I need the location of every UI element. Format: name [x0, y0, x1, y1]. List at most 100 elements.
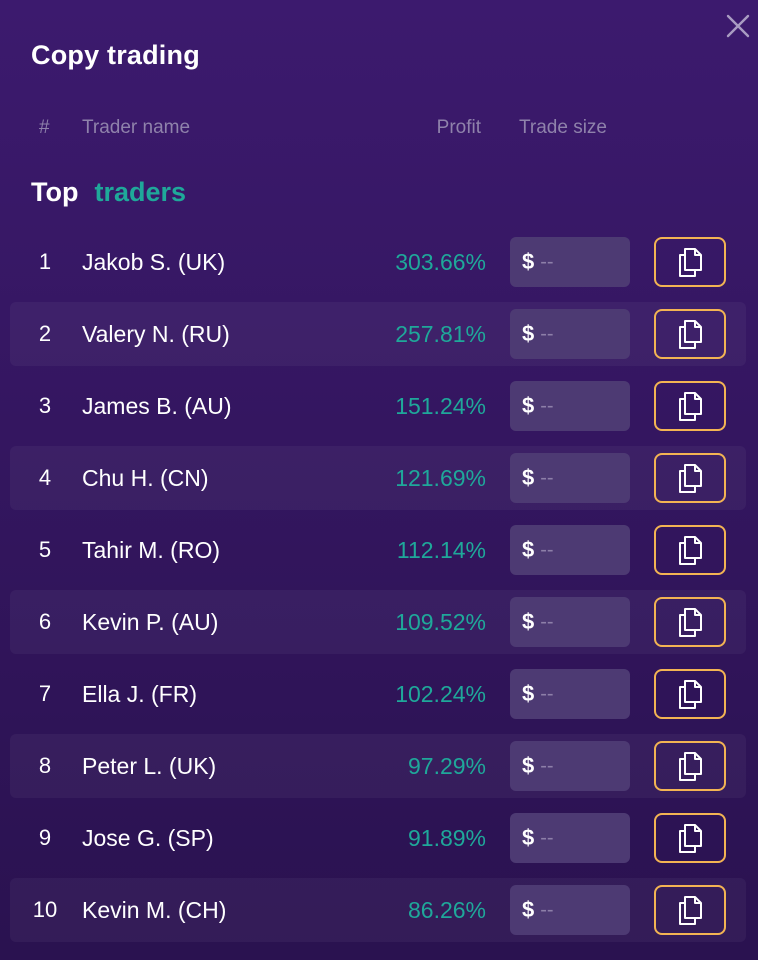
trader-name: Jakob S. (UK) — [82, 249, 226, 275]
section-title-top: Top — [31, 177, 79, 207]
trader-row: 10 Kevin M. (CH) 86.26% $ — [10, 878, 746, 942]
trade-size-input[interactable] — [540, 754, 613, 778]
currency-symbol: $ — [522, 753, 535, 778]
trader-rank: 9 — [38, 825, 52, 850]
trade-size-field[interactable]: $ — [510, 525, 630, 575]
trade-size-field[interactable]: $ — [510, 741, 630, 791]
trader-row: 9 Jose G. (SP) 91.89% $ — [10, 806, 746, 870]
currency-symbol: $ — [522, 897, 535, 922]
name-column-header: Trader name — [82, 117, 191, 138]
trader-rank: 1 — [38, 249, 52, 274]
trader-name: Kevin P. (AU) — [82, 609, 219, 635]
trade-size-input[interactable] — [540, 610, 613, 634]
copy-icon — [679, 320, 702, 349]
trade-size-field[interactable]: $ — [510, 309, 630, 359]
trade-size-input[interactable] — [540, 250, 613, 274]
trader-profit: 109.52% — [395, 609, 486, 635]
currency-symbol: $ — [522, 681, 535, 706]
trader-name: Jose G. (SP) — [82, 825, 214, 851]
trader-name: Valery N. (RU) — [82, 321, 230, 347]
copy-icon — [679, 536, 702, 565]
trader-profit: 257.81% — [395, 321, 486, 347]
currency-symbol: $ — [522, 825, 535, 850]
trader-row: 1 Jakob S. (UK) 303.66% $ — [10, 230, 746, 294]
trader-row: 5 Tahir M. (RO) 112.14% $ — [10, 518, 746, 582]
trader-profit: 86.26% — [407, 897, 486, 923]
trade-size-field[interactable]: $ — [510, 597, 630, 647]
trade-size-input[interactable] — [540, 466, 613, 490]
currency-symbol: $ — [522, 249, 535, 274]
trader-rank: 4 — [38, 465, 52, 490]
trader-row: 4 Chu H. (CN) 121.69% $ — [10, 446, 746, 510]
profit-column-header: Profit — [436, 117, 481, 138]
trade-size-field[interactable]: $ — [510, 381, 630, 431]
copy-trader-button[interactable] — [654, 237, 726, 287]
trade-size-field[interactable]: $ — [510, 453, 630, 503]
copy-trader-button[interactable] — [654, 741, 726, 791]
trader-name: James B. (AU) — [82, 393, 232, 419]
trader-row: 3 James B. (AU) 151.24% $ — [10, 374, 746, 438]
copy-trader-button[interactable] — [654, 669, 726, 719]
copy-icon — [679, 248, 702, 277]
trader-profit: 151.24% — [395, 393, 486, 419]
close-icon — [726, 14, 750, 38]
trader-profit: 102.24% — [395, 681, 486, 707]
copy-icon — [679, 680, 702, 709]
traders-list: 1 Jakob S. (UK) 303.66% $2 Valery N. (RU) 257… — [10, 230, 746, 950]
trader-profit: 303.66% — [395, 249, 486, 275]
trader-rank: 7 — [38, 681, 52, 706]
trader-row: 6 Kevin P. (AU) 109.52% $ — [10, 590, 746, 654]
copy-trader-button[interactable] — [654, 597, 726, 647]
trader-rank: 8 — [38, 753, 52, 778]
section-title: Top traders — [31, 177, 186, 208]
trade-size-field[interactable]: $ — [510, 669, 630, 719]
currency-symbol: $ — [522, 609, 535, 634]
copy-trader-button[interactable] — [654, 885, 726, 935]
section-title-traders: traders — [94, 177, 187, 207]
trader-rank: 3 — [38, 393, 52, 418]
trade-size-input[interactable] — [540, 682, 613, 706]
currency-symbol: $ — [522, 465, 535, 490]
trade-size-input[interactable] — [540, 826, 613, 850]
trader-rank: 5 — [38, 537, 52, 562]
trade-size-field[interactable]: $ — [510, 237, 630, 287]
copy-icon — [679, 464, 702, 493]
trader-rank: 10 — [32, 897, 58, 922]
trade-size-input[interactable] — [540, 898, 613, 922]
copy-trader-button[interactable] — [654, 381, 726, 431]
trade-size-field[interactable]: $ — [510, 813, 630, 863]
copy-icon — [679, 896, 702, 925]
trader-profit: 91.89% — [407, 825, 486, 851]
currency-symbol: $ — [522, 537, 535, 562]
trader-profit: 121.69% — [395, 465, 486, 491]
trade-size-input[interactable] — [540, 538, 613, 562]
copy-trader-button[interactable] — [654, 525, 726, 575]
trader-name: Peter L. (UK) — [82, 753, 217, 779]
dialog-title: Copy trading — [31, 40, 200, 70]
trade-size-input[interactable] — [540, 394, 613, 418]
trader-name: Tahir M. (RO) — [82, 537, 220, 563]
trader-name: Chu H. (CN) — [82, 465, 209, 491]
trader-profit: 112.14% — [396, 537, 486, 563]
copy-trader-button[interactable] — [654, 453, 726, 503]
trader-rank: 6 — [38, 609, 52, 634]
trader-name: Kevin M. (CH) — [82, 897, 227, 923]
trader-row: 8 Peter L. (UK) 97.29% $ — [10, 734, 746, 798]
rank-column-header: # — [39, 117, 50, 138]
trader-row: 7 Ella J. (FR) 102.24% $ — [10, 662, 746, 726]
copy-icon — [679, 752, 702, 781]
copy-icon — [679, 392, 702, 421]
copy-trader-button[interactable] — [654, 309, 726, 359]
trader-name: Ella J. (FR) — [82, 681, 197, 707]
currency-symbol: $ — [522, 321, 535, 346]
copy-trader-button[interactable] — [654, 813, 726, 863]
copy-icon — [679, 824, 702, 853]
close-button[interactable] — [724, 12, 752, 40]
trader-row: 2 Valery N. (RU) 257.81% $ — [10, 302, 746, 366]
currency-symbol: $ — [522, 393, 535, 418]
trade-size-input[interactable] — [540, 322, 613, 346]
copy-icon — [679, 608, 702, 637]
trader-rank: 2 — [38, 321, 52, 346]
trade-size-column-header: Trade size — [519, 117, 607, 138]
trade-size-field[interactable]: $ — [510, 885, 630, 935]
